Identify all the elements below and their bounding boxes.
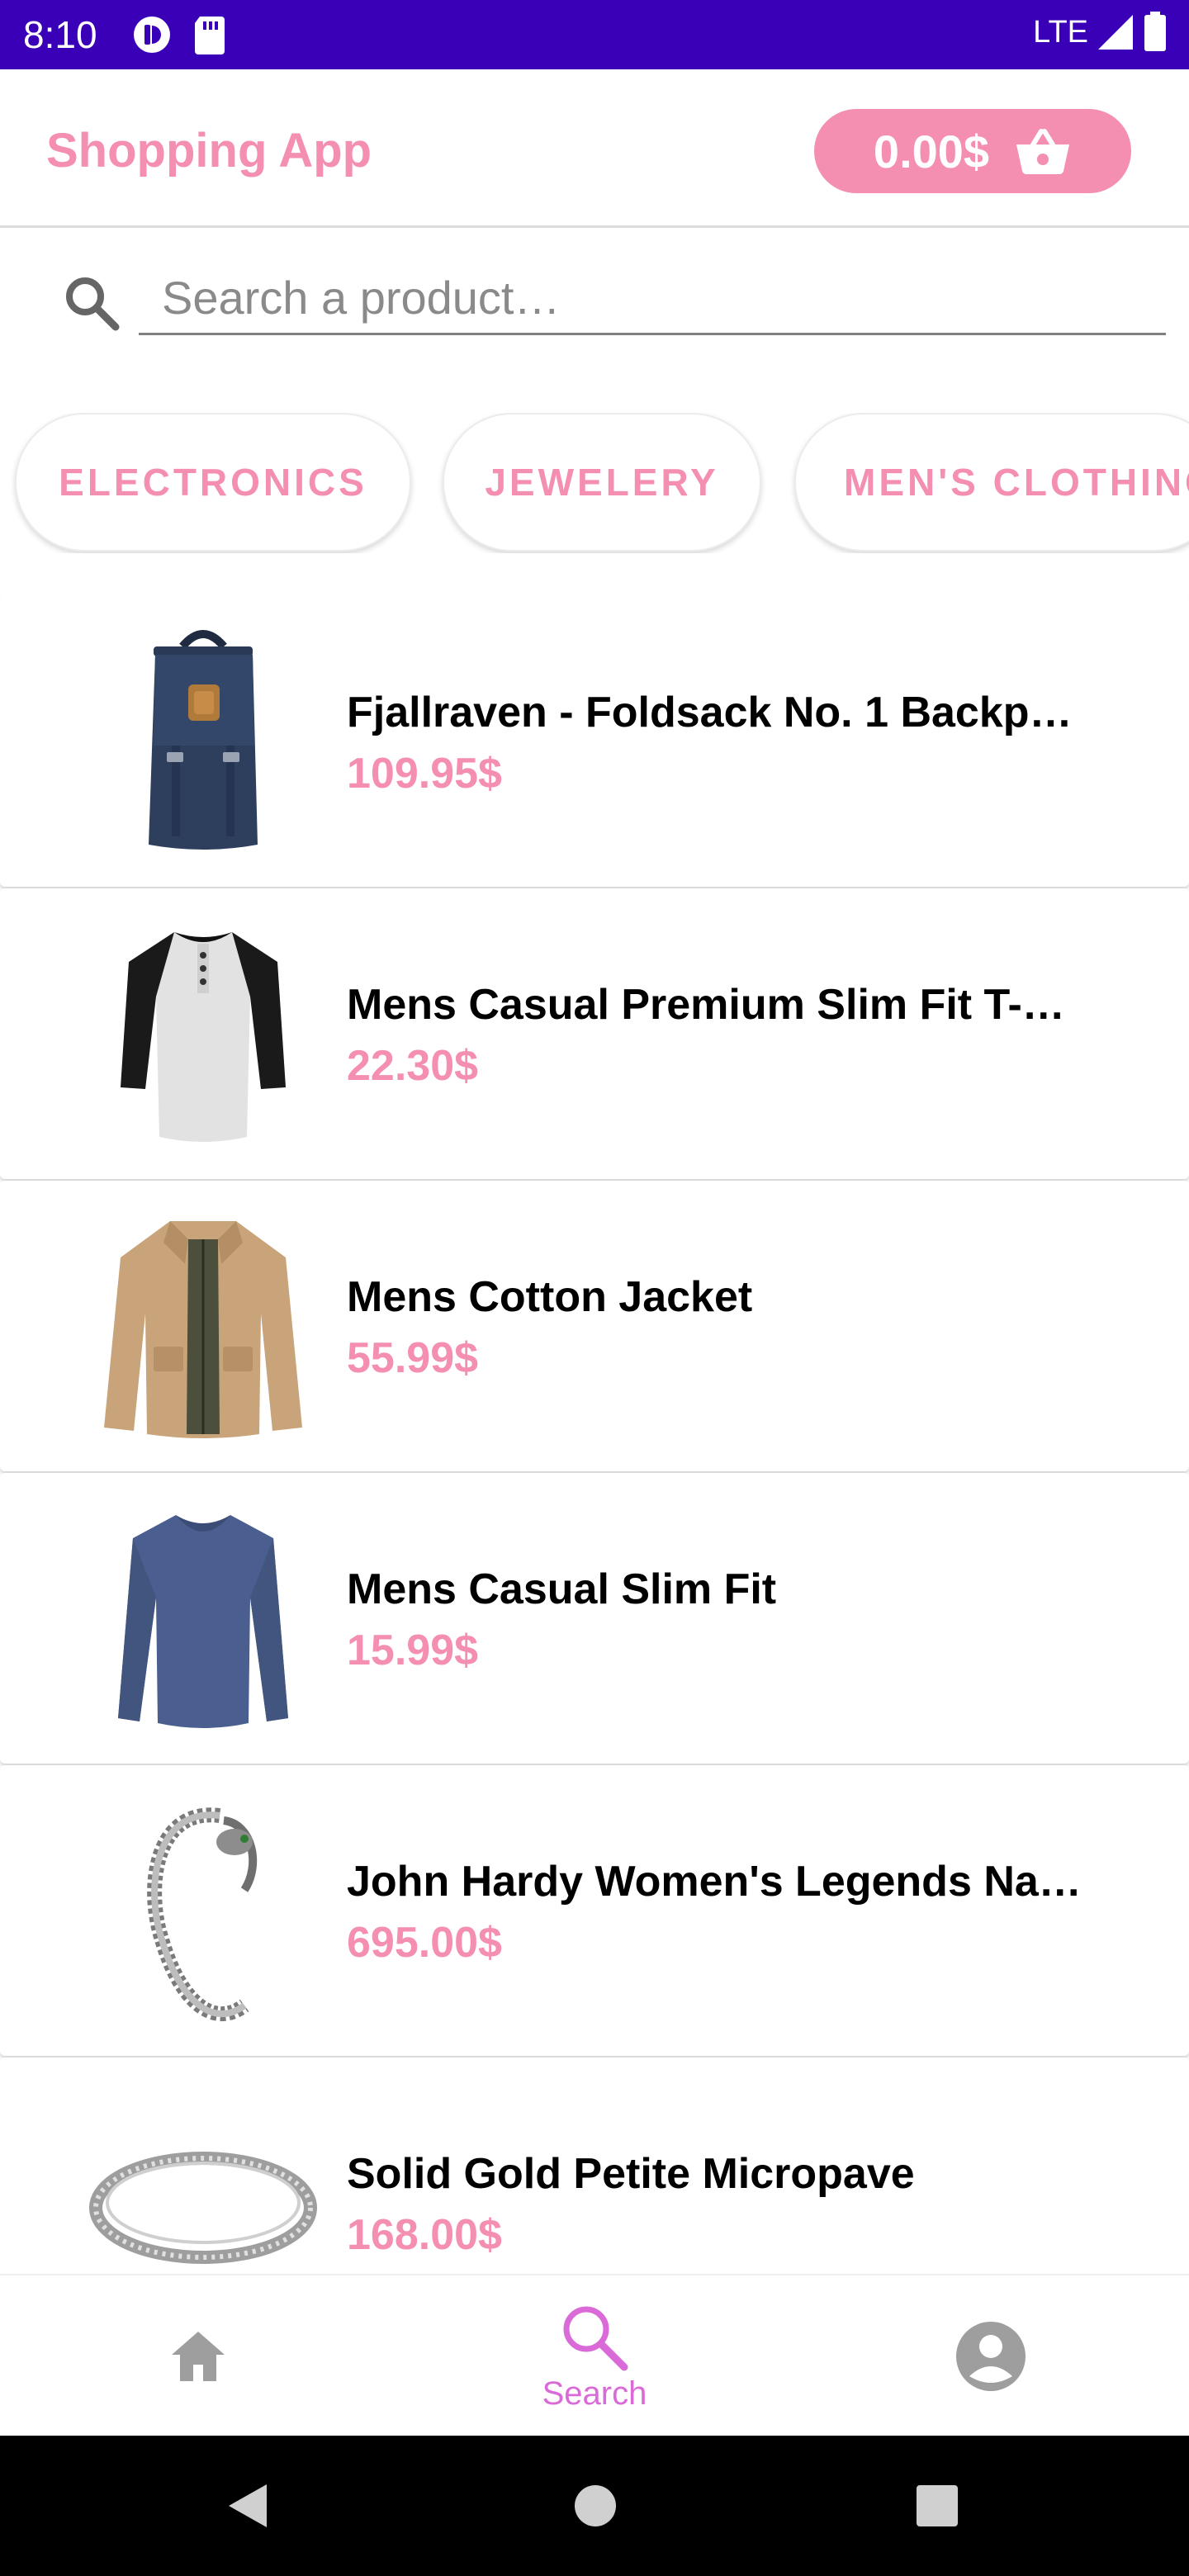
back-icon xyxy=(229,2484,267,2527)
home-icon xyxy=(172,2332,225,2381)
shopping-basket-icon xyxy=(1016,129,1070,175)
nav-profile[interactable] xyxy=(793,2275,1189,2437)
nav-search-label: Search xyxy=(542,2375,647,2412)
system-navigation-bar xyxy=(0,2436,1189,2576)
recents-button[interactable] xyxy=(900,2469,974,2543)
product-card[interactable]: Mens Cotton Jacket 55.99$ xyxy=(0,1181,1189,1471)
search-icon xyxy=(63,274,121,332)
battery-icon xyxy=(1144,12,1166,51)
product-title: Mens Cotton Jacket xyxy=(347,1273,753,1321)
status-right-indicators: LTE xyxy=(1033,12,1168,53)
product-price: 15.99$ xyxy=(347,1627,479,1674)
product-price: 109.95$ xyxy=(347,750,502,798)
category-chips: ELECTRONICS JEWELERY MEN'S CLOTHING xyxy=(0,413,1189,553)
product-card[interactable]: Mens Casual Premium Slim Fit T-Shirts 22… xyxy=(0,888,1189,1179)
product-title: Solid Gold Petite Micropave xyxy=(347,2150,915,2198)
bottom-navigation: Search xyxy=(0,2274,1189,2436)
product-title: Mens Casual Slim Fit xyxy=(347,1565,777,1613)
product-image-jacket xyxy=(79,1202,327,1450)
product-list: Fjallraven - Foldsack No. 1 Backpack, Fi… xyxy=(0,596,1189,2274)
cart-button[interactable]: 0.00$ xyxy=(814,109,1131,193)
nav-search[interactable]: Search xyxy=(396,2275,793,2437)
cart-total: 0.00$ xyxy=(873,125,990,178)
product-title: John Hardy Women's Legends Naga Gold & S… xyxy=(347,1858,1090,1906)
product-card[interactable]: Fjallraven - Foldsack No. 1 Backpack, Fi… xyxy=(0,596,1189,887)
product-price: 695.00$ xyxy=(347,1919,502,1967)
product-price: 55.99$ xyxy=(347,1334,479,1382)
status-time: 8:10 xyxy=(23,13,97,56)
recents-square-icon xyxy=(917,2485,958,2526)
product-card[interactable]: Mens Casual Slim Fit 15.99$ xyxy=(0,1473,1189,1764)
app-title: Shopping App xyxy=(46,124,372,178)
nav-home[interactable] xyxy=(0,2275,396,2437)
app-bar: Shopping App 0.00$ xyxy=(0,69,1189,228)
category-chip-mens-clothing[interactable]: MEN'S CLOTHING xyxy=(794,413,1189,552)
network-type-label: LTE xyxy=(1033,14,1088,50)
search-bar xyxy=(0,231,1189,372)
status-bar: 8:10 LTE xyxy=(0,0,1189,69)
product-image-long-sleeve-shirt xyxy=(79,1494,327,1742)
home-circle-icon xyxy=(575,2485,616,2526)
search-icon xyxy=(563,2306,628,2371)
product-image-t-shirt xyxy=(79,910,327,1158)
home-button[interactable] xyxy=(558,2469,632,2543)
product-image-backpack xyxy=(79,618,327,865)
search-field xyxy=(139,264,1166,335)
media-app-icon xyxy=(134,17,170,53)
product-price: 22.30$ xyxy=(347,1042,479,1090)
product-image-bracelet xyxy=(79,1787,327,2034)
sd-card-icon xyxy=(195,17,225,54)
product-price: 168.00$ xyxy=(347,2211,502,2259)
product-card[interactable]: John Hardy Women's Legends Naga Gold & S… xyxy=(0,1765,1189,2056)
search-input[interactable] xyxy=(139,264,1166,330)
category-chip-jewelery[interactable]: JEWELERY xyxy=(443,413,761,552)
account-circle-icon xyxy=(956,2322,1026,2391)
signal-icon xyxy=(1098,15,1133,50)
category-chip-electronics[interactable]: ELECTRONICS xyxy=(15,413,411,552)
back-button[interactable] xyxy=(211,2469,286,2543)
product-title: Fjallraven - Foldsack No. 1 Backpack, Fi… xyxy=(347,689,1090,736)
product-image-ring xyxy=(79,2079,327,2274)
status-notification-icons xyxy=(132,15,226,54)
product-title: Mens Casual Premium Slim Fit T-Shirts xyxy=(347,981,1090,1029)
product-card[interactable]: Solid Gold Petite Micropave 168.00$ xyxy=(0,2057,1189,2274)
